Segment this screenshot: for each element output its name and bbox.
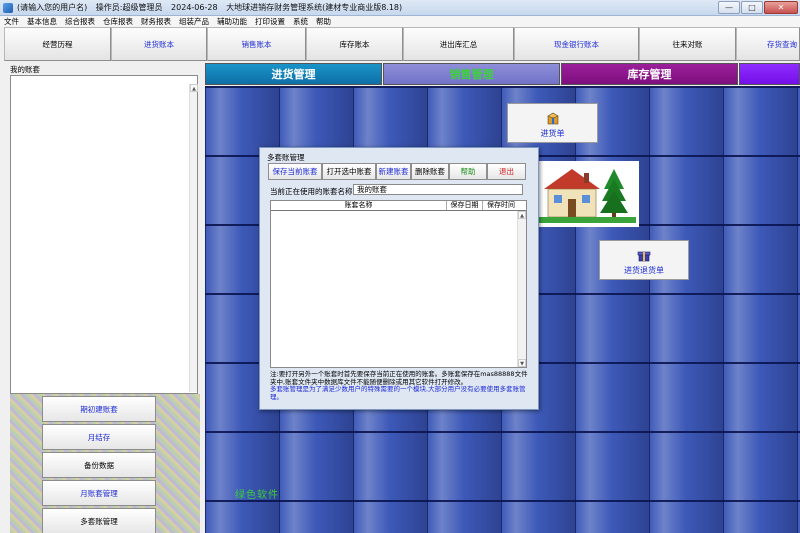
toolbar-business-history[interactable]: 经营历程 [4,27,111,61]
monthly-account-button[interactable]: 月账套管理 [42,480,156,506]
monthly-close-button[interactable]: 月结存 [42,424,156,450]
initial-account-button[interactable]: 期初建账套 [42,396,156,422]
current-account-label: 当前正在使用的账套名称: [270,187,356,196]
backup-data-button[interactable]: 备份数据 [42,452,156,478]
house-illustration [536,161,639,227]
toolbar-cash-bank-ledger[interactable]: 现金银行账本 [514,27,639,61]
maximize-button[interactable]: □ [741,1,763,14]
menu-tools[interactable]: 辅助功能 [217,16,247,27]
account-set-grid[interactable]: 账套名称 保存日期 保存时间 ▲ ▼ [270,200,527,368]
left-scrollbar[interactable]: ▲ [189,84,198,392]
purchase-return-button[interactable]: 进货退货单 [599,240,689,280]
account-set-list[interactable]: ▲ [10,75,198,394]
app-icon [3,2,13,13]
grid-scrollbar[interactable]: ▲ ▼ [517,211,526,367]
open-selected-account-button[interactable]: 打开选中账套 [322,163,376,180]
scroll-up-icon[interactable]: ▲ [190,84,198,92]
note-text: 注:要打开另外一个账套时首先要保存当前正在使用的账套。多账套保存在mas8888… [270,370,528,386]
column-account-name[interactable]: 账套名称 [271,201,447,210]
toolbar-stock-ledger[interactable]: 库存账本 [306,27,403,61]
title-user: (请输入您的用户名) [17,3,88,12]
toolbar-inventory-query[interactable]: 存货查询 [736,27,800,61]
menu-reports[interactable]: 综合报表 [65,16,95,27]
title-operator: 操作员:超级管理员 [95,3,163,12]
box-icon [546,112,559,125]
house-icon [538,169,636,223]
column-save-date[interactable]: 保存日期 [447,201,483,210]
purchase-return-label: 进货退货单 [624,266,664,275]
window-title: (请输入您的用户名) 操作员:超级管理员 2024-06-28 大地球进销存财务… [17,2,408,13]
new-account-button[interactable]: 新建账套 [376,163,411,180]
current-account-field[interactable]: 我的账套 [353,184,523,195]
grid-header: 账套名称 保存日期 保存时间 [271,201,526,211]
multi-account-dialog: 多套账管理 保存当前账套 打开选中账套 新建账套 删除账套 帮助 退出 当前正在… [259,147,539,410]
grid-scroll-down-icon[interactable]: ▼ [518,359,526,367]
tab-extra[interactable] [739,63,800,85]
column-save-time[interactable]: 保存时间 [483,201,519,210]
brand-text: 绿色软件 [235,490,279,501]
purchase-order-button[interactable]: 进货单 [507,103,598,143]
close-button[interactable]: ✕ [764,1,798,14]
toolbar-inout-summary[interactable]: 进出库汇总 [403,27,514,61]
tab-purchase-management[interactable]: 进货管理 [205,63,382,85]
menu-help[interactable]: 帮助 [316,16,331,27]
toolbar-purchase-ledger[interactable]: 进货账本 [111,27,207,61]
menu-file[interactable]: 文件 [4,16,19,27]
menu-system[interactable]: 系统 [293,16,308,27]
dialog-note: 注:要打开另外一个账套时首先要保存当前正在使用的账套。多账套保存在mas8888… [270,370,532,401]
delete-account-button[interactable]: 删除账套 [411,163,449,180]
menu-bar: 文件 基本信息 综合报表 仓库报表 财务报表 组装产品 辅助功能 打印设置 系统… [0,16,800,27]
help-button[interactable]: 帮助 [449,163,487,180]
tab-stock-management[interactable]: 库存管理 [561,63,738,85]
account-set-label: 我的账套 [10,65,40,74]
menu-finance-reports[interactable]: 财务报表 [141,16,171,27]
purchase-order-label: 进货单 [540,129,565,138]
multi-account-button[interactable]: 多套账管理 [42,508,156,533]
save-current-account-button[interactable]: 保存当前账套 [268,163,322,180]
exit-button[interactable]: 退出 [487,163,526,180]
toolbar: 经营历程 进货账本 销售账本 库存账本 进出库汇总 现金银行账本 往来对账 存货… [4,27,800,61]
title-app: 大地球进销存财务管理系统(建材专业商业版8.18) [226,3,403,12]
grid-scroll-up-icon[interactable]: ▲ [518,211,526,219]
menu-print-settings[interactable]: 打印设置 [255,16,285,27]
window-controls: — □ ✕ [717,1,798,14]
menu-basic-info[interactable]: 基本信息 [27,16,57,27]
toolbar-sales-ledger[interactable]: 销售账本 [207,27,306,61]
gift-box-icon [637,251,651,262]
menu-warehouse-reports[interactable]: 仓库报表 [103,16,133,27]
tab-sales-management[interactable]: 销售管理 [383,63,560,85]
toolbar-account-reconcile[interactable]: 往来对账 [639,27,736,61]
title-date: 2024-06-28 [171,3,218,12]
title-bar: (请输入您的用户名) 操作员:超级管理员 2024-06-28 大地球进销存财务… [0,0,800,16]
dialog-title: 多套账管理 [267,153,305,162]
note-highlight: 多套账管理是为了满足少数用户的特殊需要的一个模块,大部分用户没有必要使用多套账管… [270,385,526,401]
menu-assembly[interactable]: 组装产品 [179,16,209,27]
minimize-button[interactable]: — [718,1,740,14]
